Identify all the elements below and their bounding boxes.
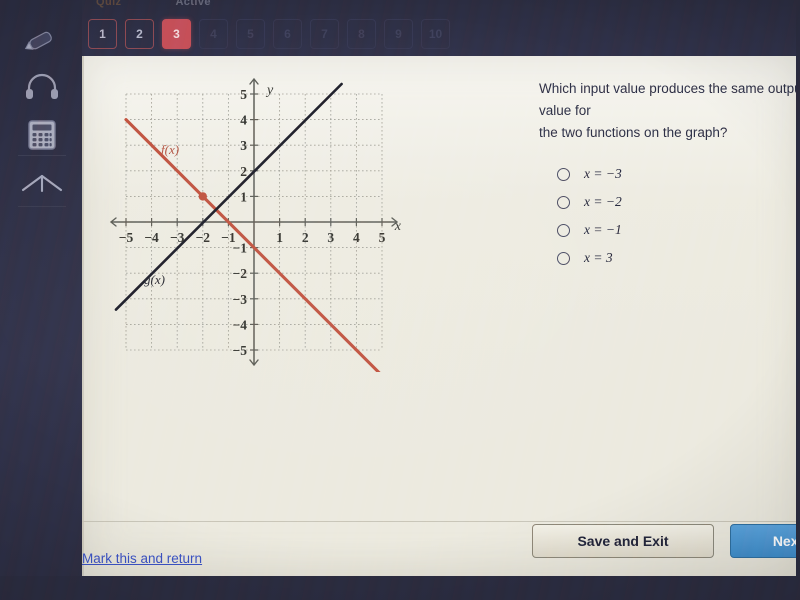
- svg-text:4: 4: [353, 230, 360, 245]
- question-nav-button-3[interactable]: 3: [162, 19, 191, 49]
- svg-text:1: 1: [240, 189, 247, 204]
- svg-text:−4: −4: [233, 317, 248, 332]
- x-tick-labels: −5 −4 −3 −2 −1 1 2 3 4 5: [119, 230, 386, 245]
- graph-svg: −5 −4 −3 −2 −1 1 2 3 4 5 5 4 3 2 1 −1 −2…: [109, 77, 402, 372]
- radio-button-3[interactable]: [557, 223, 570, 237]
- answer-choice-label-1: x = −3: [584, 166, 622, 181]
- mark-this-and-return-link[interactable]: Mark this and return: [82, 551, 202, 566]
- save-and-exit-button[interactable]: Save and Exit: [532, 524, 714, 558]
- svg-text:−2: −2: [233, 266, 248, 281]
- answer-choices[interactable]: x = −3 x = −2 x = −1 x = 3: [539, 160, 800, 272]
- svg-text:−1: −1: [233, 241, 248, 256]
- svg-text:3: 3: [327, 230, 334, 245]
- question-column: Which input value produces the same outp…: [539, 78, 800, 272]
- answer-choice-1[interactable]: x = −3: [539, 160, 800, 188]
- answer-choice-3[interactable]: x = −1: [539, 216, 800, 244]
- svg-text:1: 1: [276, 230, 283, 245]
- protractor-icon: [21, 174, 63, 193]
- svg-text:−2: −2: [196, 230, 211, 245]
- assessment-page: −5 −4 −3 −2 −1 1 2 3 4 5 5 4 3 2 1 −1 −2…: [82, 56, 800, 576]
- answer-choice-2[interactable]: x = −2: [539, 188, 800, 216]
- question-text: Which input value produces the same outp…: [539, 81, 800, 140]
- question-number-nav[interactable]: 1 2 3 4 5 6 7 8 9 10: [88, 19, 450, 49]
- svg-text:−5: −5: [233, 343, 248, 358]
- svg-text:−5: −5: [119, 230, 134, 245]
- rail-divider-2: [18, 206, 66, 207]
- answer-choice-label-2: x = −2: [584, 194, 622, 209]
- svg-text:5: 5: [240, 87, 247, 102]
- question-nav-button-8[interactable]: 8: [347, 19, 376, 49]
- radio-button-4[interactable]: [557, 251, 570, 265]
- question-nav-button-10[interactable]: 10: [421, 19, 450, 49]
- rail-divider: [18, 155, 66, 156]
- svg-text:−3: −3: [233, 292, 248, 307]
- radio-button-1[interactable]: [557, 167, 570, 181]
- quiz-label: Quiz: [96, 0, 122, 8]
- tool-rail: [0, 0, 82, 600]
- answer-choice-label-3: x = −1: [584, 222, 622, 237]
- svg-text:2: 2: [240, 164, 247, 179]
- screenshot-root: Quiz Active 1 2 3 4 5 6 7 8 9 10 −5 −4 −…: [0, 0, 800, 600]
- calculator-icon: [28, 120, 56, 150]
- f-line: [124, 118, 381, 372]
- footer-divider: [82, 521, 800, 522]
- question-nav-button-6[interactable]: 6: [273, 19, 302, 49]
- question-nav-button-2[interactable]: 2: [125, 19, 154, 49]
- x-axis-label: x: [394, 219, 402, 234]
- pencil-icon: [24, 31, 52, 50]
- right-chrome-edge: [796, 0, 800, 600]
- svg-text:−4: −4: [144, 230, 159, 245]
- function-graph: −5 −4 −3 −2 −1 1 2 3 4 5 5 4 3 2 1 −1 −2…: [104, 72, 404, 372]
- top-chrome-bar: Quiz Active 1 2 3 4 5 6 7 8 9 10: [0, 0, 800, 58]
- protractor-tool[interactable]: [18, 160, 66, 206]
- question-nav-button-5[interactable]: 5: [236, 19, 265, 49]
- question-nav-button-4[interactable]: 4: [199, 19, 228, 49]
- audio-tool[interactable]: [18, 64, 66, 110]
- f-series-label: f(x): [161, 142, 179, 157]
- calculator-tool[interactable]: [18, 112, 66, 158]
- svg-text:5: 5: [379, 230, 386, 245]
- svg-text:3: 3: [240, 138, 247, 153]
- next-button[interactable]: Next: [730, 524, 800, 558]
- status-label: Active: [175, 0, 211, 8]
- svg-text:−3: −3: [170, 230, 185, 245]
- answer-choice-4[interactable]: x = 3: [539, 244, 800, 272]
- question-nav-button-1[interactable]: 1: [88, 19, 117, 49]
- headphones-icon: [26, 73, 58, 99]
- answer-choice-label-4: x = 3: [584, 250, 613, 265]
- svg-text:4: 4: [240, 113, 247, 128]
- g-series-label: g(x): [144, 272, 165, 287]
- quiz-status-header: Quiz Active: [96, 0, 396, 8]
- radio-button-2[interactable]: [557, 195, 570, 209]
- intersection-point: [198, 192, 207, 201]
- bottom-chrome-bar: [0, 576, 800, 600]
- svg-text:2: 2: [302, 230, 309, 245]
- highlighter-tool[interactable]: [18, 18, 66, 64]
- question-nav-button-7[interactable]: 7: [310, 19, 339, 49]
- axes: [112, 80, 396, 364]
- y-axis-label: y: [265, 83, 274, 98]
- question-nav-button-9[interactable]: 9: [384, 19, 413, 49]
